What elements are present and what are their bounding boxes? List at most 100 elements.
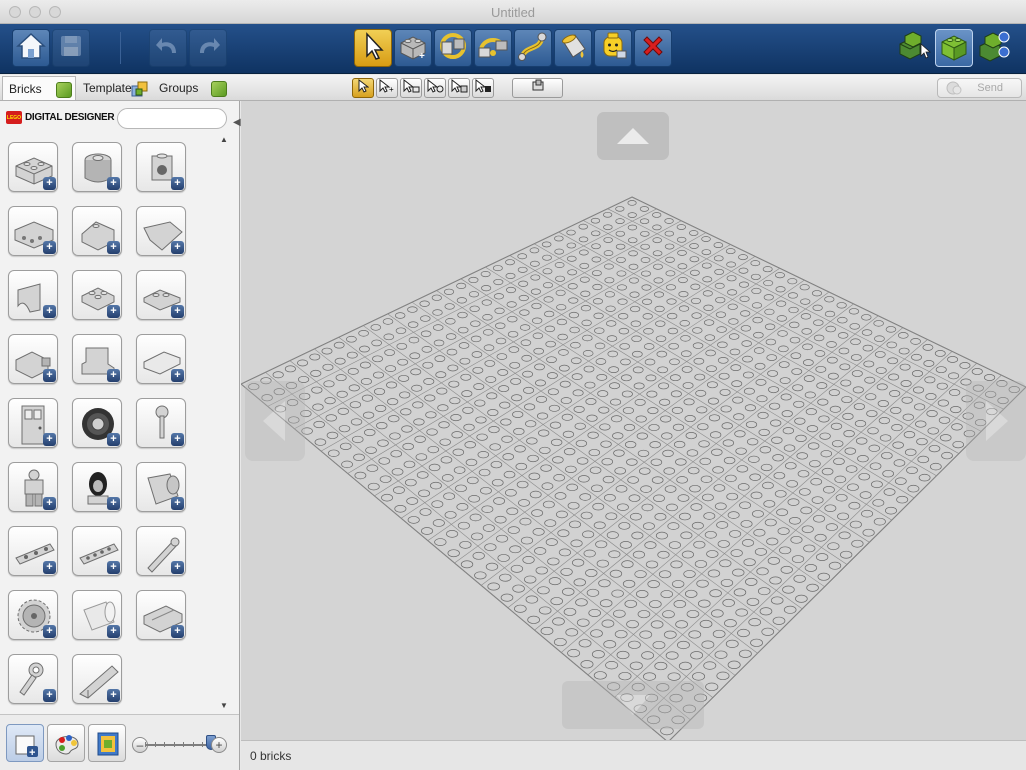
brick-tile-technic-gear-cylinder[interactable]: + [136, 462, 186, 512]
palette-scrollbar[interactable]: ▲ ▼ [219, 135, 231, 713]
add-plus-icon[interactable]: + [107, 497, 120, 510]
brick-tile-brick-with-knob[interactable]: + [136, 142, 186, 192]
add-plus-icon[interactable]: + [107, 689, 120, 702]
add-plus-icon[interactable]: + [171, 177, 184, 190]
clone-tool-button[interactable]: + [394, 29, 432, 67]
tab-label: Groups [159, 81, 199, 95]
add-plus-icon[interactable]: + [43, 369, 56, 382]
add-plus-icon[interactable]: + [43, 305, 56, 318]
redo-button[interactable] [189, 29, 227, 67]
add-plus-icon[interactable]: + [43, 689, 56, 702]
add-plus-icon[interactable]: + [171, 625, 184, 638]
rotate-up-button[interactable] [597, 112, 669, 165]
brick-tile-curved-panel[interactable]: + [136, 590, 186, 640]
add-plus-icon[interactable]: + [107, 241, 120, 254]
brick-tile-minifig-head[interactable]: + [72, 462, 122, 512]
color-palette-button[interactable] [47, 724, 85, 762]
brick-tile-wedge-plate[interactable]: + [136, 334, 186, 384]
scroll-down-icon[interactable]: ▼ [220, 701, 228, 710]
brick-tile-seat-piece[interactable]: + [72, 334, 122, 384]
rotate-down-button[interactable] [562, 681, 704, 734]
brick-tile-ramp-piece[interactable]: + [72, 654, 122, 704]
add-plus-icon[interactable]: + [43, 241, 56, 254]
add-brick-icon: + [12, 730, 40, 763]
add-brick-button[interactable]: + [6, 724, 44, 762]
add-plus-icon[interactable]: + [107, 369, 120, 382]
add-plus-icon[interactable]: + [171, 497, 184, 510]
add-plus-icon[interactable]: + [171, 433, 184, 446]
add-plus-icon[interactable]: + [171, 241, 184, 254]
add-plus-icon[interactable]: + [43, 177, 56, 190]
brick-search-input[interactable] [117, 108, 227, 129]
add-plus-icon[interactable]: + [43, 497, 56, 510]
delete-tool-button[interactable] [634, 29, 672, 67]
align-icon [530, 79, 546, 98]
brick-tile-brick-with-clip[interactable]: + [8, 334, 58, 384]
brick-tile-technic-beam[interactable]: + [8, 526, 58, 576]
single-select-button[interactable] [352, 78, 374, 98]
brick-tile-plate-2x2[interactable]: + [72, 270, 122, 320]
brick-tile-minifigure[interactable]: + [8, 462, 58, 512]
brick-tile-door-piece[interactable]: + [8, 398, 58, 448]
zoom-in-button[interactable]: + [211, 737, 227, 753]
brick-tile-technic-brick[interactable]: + [8, 206, 58, 256]
brick-tile-brick-2x3[interactable]: + [8, 142, 58, 192]
decoration-tool-button[interactable] [594, 29, 632, 67]
tab-templates[interactable]: Templates [77, 76, 152, 100]
color-select-button[interactable] [424, 78, 446, 98]
baseplate-canvas[interactable] [241, 101, 1026, 740]
select-tool-button[interactable] [354, 29, 392, 67]
template-book-button[interactable] [88, 724, 126, 762]
build-mode-button[interactable] [895, 29, 933, 67]
add-plus-icon[interactable]: + [107, 561, 120, 574]
invert-select-button[interactable] [472, 78, 494, 98]
brick-tile-slope-brick[interactable]: + [72, 206, 122, 256]
building-viewport[interactable] [241, 101, 1026, 740]
add-plus-icon[interactable]: + [107, 177, 120, 190]
add-plus-icon[interactable]: + [43, 433, 56, 446]
building-guide-mode-button[interactable] [975, 29, 1013, 67]
brick-tile-wheel-tire[interactable]: + [72, 398, 122, 448]
rotate-left-button[interactable] [245, 381, 305, 466]
add-plus-icon[interactable]: + [43, 561, 56, 574]
send-button[interactable]: Send [937, 78, 1022, 98]
tab-bricks[interactable]: Bricks [2, 76, 76, 100]
flex-tool-button[interactable] [514, 29, 552, 67]
lego-brand-mark: LEGO [6, 111, 22, 124]
view-mode-button[interactable] [935, 29, 973, 67]
hinge-align-tool-button[interactable] [474, 29, 512, 67]
undo-icon [154, 33, 182, 64]
brick-tile-wedge-slope[interactable]: + [136, 206, 186, 256]
brick-tile-corner-plate[interactable]: + [136, 270, 186, 320]
rotate-right-button[interactable] [966, 381, 1026, 466]
paint-tool-button[interactable] [554, 29, 592, 67]
brick-tile-technic-liftarm[interactable]: + [72, 526, 122, 576]
add-plus-icon[interactable]: + [171, 561, 184, 574]
add-plus-icon[interactable]: + [171, 305, 184, 318]
add-plus-icon[interactable]: + [107, 625, 120, 638]
brick-tile-round-brick[interactable]: + [72, 142, 122, 192]
add-plus-icon[interactable]: + [107, 305, 120, 318]
brick-tile-technic-gear[interactable]: + [8, 590, 58, 640]
brick-tile-antenna-piece[interactable]: + [136, 398, 186, 448]
template-book-icon [95, 730, 121, 763]
collapse-palette-icon[interactable]: ◀ [233, 117, 241, 128]
brick-tile-transparent-cylinder[interactable]: + [72, 590, 122, 640]
multi-select-button[interactable]: + [376, 78, 398, 98]
brick-tile-wrench-tool[interactable]: + [8, 654, 58, 704]
scroll-up-icon[interactable]: ▲ [220, 135, 228, 144]
brick-tile-technic-axle[interactable]: + [136, 526, 186, 576]
align-button[interactable] [512, 78, 563, 98]
hinge-tool-button[interactable] [434, 29, 472, 67]
add-plus-icon[interactable]: + [171, 369, 184, 382]
clone-brick-icon: + [397, 31, 429, 66]
home-button[interactable] [12, 29, 50, 67]
add-plus-icon[interactable]: + [43, 625, 56, 638]
brick-tile-arch-brick[interactable]: + [8, 270, 58, 320]
shape-select-button[interactable] [448, 78, 470, 98]
save-button[interactable] [52, 29, 90, 67]
tab-groups[interactable]: Groups [153, 76, 231, 100]
undo-button[interactable] [149, 29, 187, 67]
add-plus-icon[interactable]: + [107, 433, 120, 446]
connected-select-button[interactable] [400, 78, 422, 98]
